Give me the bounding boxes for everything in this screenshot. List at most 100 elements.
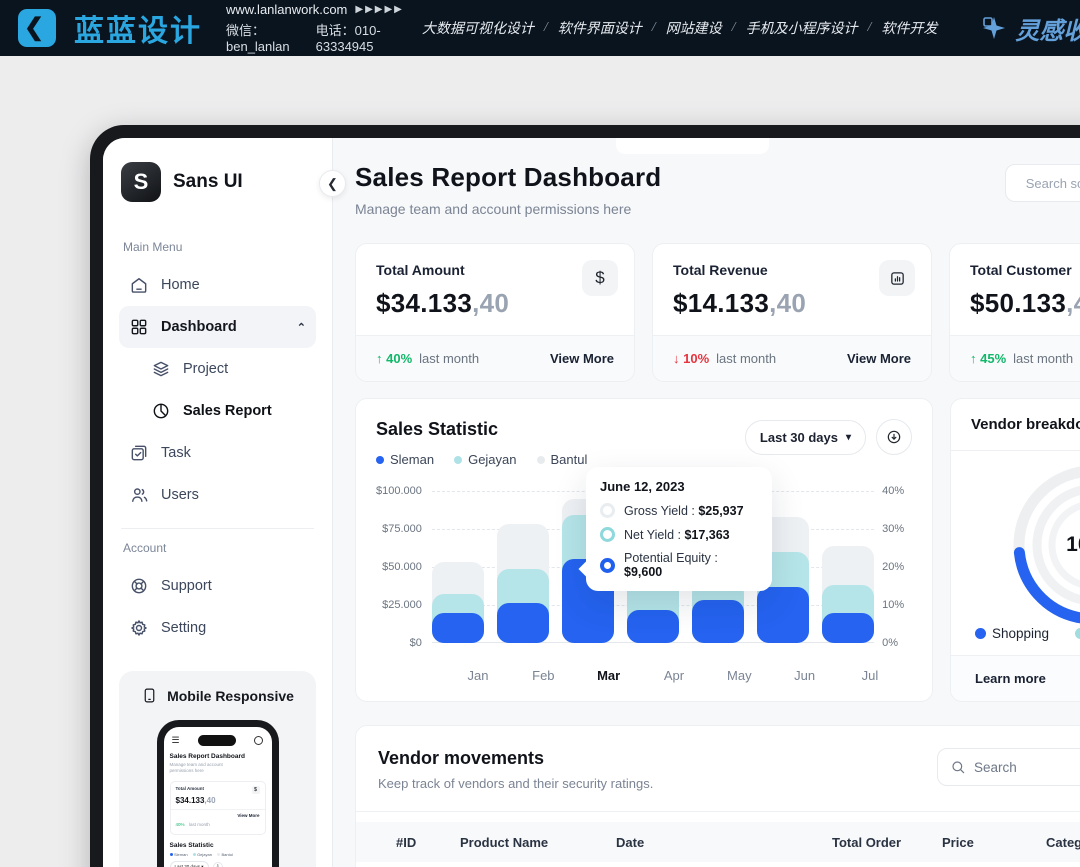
sidebar-item-home[interactable]: Home <box>119 264 316 306</box>
sidebar-item-users[interactable]: Users <box>119 474 316 516</box>
arrows-icon: ▶▶▶▶▶ <box>355 4 403 15</box>
date-range-dropdown[interactable]: Last 30 days ▾ <box>745 420 866 455</box>
tooltip-row: Gross Yield : $25,937 <box>600 503 758 518</box>
support-icon <box>129 576 149 596</box>
banner-phone: 电话：010-63334945 <box>316 20 404 54</box>
sidebar-item-setting[interactable]: Setting <box>119 607 316 649</box>
x-tick-label: Mar <box>583 668 635 683</box>
sidebar-item-project[interactable]: Project <box>119 348 316 390</box>
bar-segment-sleman <box>432 613 484 643</box>
sidebar: S Sans UI Main Menu Home Dashboard ⌃ Pro… <box>103 138 333 867</box>
stat-card: Total Revenue$14.133,40↓ 10%last monthVi… <box>652 243 932 382</box>
tooltip-row: Potential Equity : $9,600 <box>600 551 758 579</box>
trend-up-indicator: ↑ 40% <box>376 351 412 366</box>
stat-value: $14.133,40 <box>673 288 911 319</box>
download-button[interactable] <box>876 419 912 455</box>
trend-note: last month <box>419 351 479 366</box>
legend-item: Gejayan <box>454 452 516 467</box>
bar-segment-sleman <box>822 613 874 643</box>
table-column-header[interactable]: Date <box>616 835 774 850</box>
table-column-header[interactable]: Product Name <box>460 835 616 850</box>
bar-group[interactable] <box>822 491 874 643</box>
gear-icon <box>129 618 149 638</box>
table-column-header[interactable]: Price <box>942 835 1046 850</box>
legend-dot <box>537 456 545 464</box>
banner-nav-item[interactable]: 网站建设 <box>666 18 722 38</box>
y-tick-label: $0 <box>376 636 432 650</box>
bar-segment-sleman <box>692 600 744 643</box>
bar-group[interactable] <box>432 491 484 643</box>
sparkle-icon <box>981 15 1007 41</box>
layers-icon <box>151 359 171 379</box>
table-header-row: #IDProduct NameDateTotal OrderPriceCateg… <box>356 822 1080 862</box>
mobile-responsive-card: Mobile Responsive ☰ Sales Report Dashboa… <box>119 671 316 867</box>
vendor-movements-panel: Vendor movements Keep track of vendors a… <box>355 725 1080 867</box>
main-content: Sales Report Dashboard Manage team and a… <box>333 138 1080 867</box>
dashboard-screen: S Sans UI Main Menu Home Dashboard ⌃ Pro… <box>103 138 1080 867</box>
mini-legend-item: Bantul <box>217 852 233 857</box>
x-tick-label: Jan <box>452 668 504 683</box>
movements-search[interactable] <box>937 748 1080 786</box>
y-tick-label: $25.000 <box>376 598 432 612</box>
dashboard-grid-icon <box>129 317 149 337</box>
stat-card: Total Amount$34.133,40$↑ 40%last monthVi… <box>355 243 635 382</box>
tooltip-ring-icon <box>600 558 615 573</box>
banner-nav-item[interactable]: 软件界面设计 <box>558 18 642 38</box>
bar-group[interactable] <box>497 491 549 643</box>
banner-nav-item[interactable]: 手机及小程序设计 <box>746 18 858 38</box>
tooltip-date: June 12, 2023 <box>600 479 758 494</box>
stat-cards-row: Total Amount$34.133,40$↑ 40%last monthVi… <box>355 243 1080 382</box>
y-tick-label: $100.000 <box>376 484 432 498</box>
section-label-account: Account <box>123 541 312 555</box>
bar-segment-sleman <box>757 587 809 643</box>
y-tick-label: 0% <box>874 636 912 650</box>
y-tick-label: 10% <box>874 598 912 612</box>
y-axis-right: 40%30%20%10%0% <box>874 484 912 650</box>
breakdown-title: Vendor breakdown <box>951 399 1080 451</box>
x-tick-label: Jul <box>844 668 896 683</box>
movements-search-input[interactable] <box>974 760 1080 775</box>
table-column-header[interactable]: Categories <box>1046 835 1080 850</box>
bar-segment-sleman <box>627 610 679 643</box>
table-column-header[interactable]: #ID <box>356 835 460 850</box>
sidebar-item-dashboard[interactable]: Dashboard ⌃ <box>119 306 316 348</box>
view-more-link[interactable]: View More <box>550 351 614 366</box>
sidebar-item-task[interactable]: Task <box>119 432 316 474</box>
legend-item: Sleman <box>376 452 434 467</box>
legend-dot <box>975 628 986 639</box>
vendor-breakdown-panel: Vendor breakdown 100% Shopping Learn mor… <box>950 398 1080 702</box>
mini-range-pill: Last 30 days ▾ <box>170 861 209 867</box>
mini-section-title: Sales Statistic <box>170 842 266 849</box>
learn-more-link[interactable]: Learn more <box>951 655 1080 701</box>
y-tick-label: $50.000 <box>376 560 432 574</box>
nav-separator: / <box>652 20 656 36</box>
banner-website-link[interactable]: www.lanlanwork.com <box>226 2 347 17</box>
banner-nav-item[interactable]: 软件开发 <box>881 18 937 38</box>
inspiration-collect[interactable]: 灵感收集 <box>981 11 1080 46</box>
legend-dot <box>454 456 462 464</box>
table-column-header[interactable]: Total Order <box>774 835 942 850</box>
mini-download-icon: ⇩ <box>213 862 223 867</box>
x-axis-months: JanFebMarAprMayJunJul <box>452 668 896 683</box>
stat-value: $50.133,40 <box>970 288 1080 319</box>
trend-note: last month <box>716 351 776 366</box>
x-tick-label: May <box>713 668 765 683</box>
view-more-link[interactable]: View More <box>847 351 911 366</box>
sidebar-collapse-button[interactable]: ❮ <box>319 170 346 197</box>
dollar-icon: $ <box>252 786 260 794</box>
y-tick-label: 30% <box>874 522 912 536</box>
stat-label: Total Revenue <box>673 262 911 278</box>
search-icon <box>254 736 263 745</box>
sidebar-item-sales-report[interactable]: Sales Report <box>119 390 316 432</box>
mini-legend: SlemanGejayanBantul <box>170 852 266 857</box>
y-tick-label: $75.000 <box>376 522 432 536</box>
sidebar-item-support[interactable]: Support <box>119 565 316 607</box>
search-input[interactable] <box>1026 176 1080 191</box>
nav-separator: / <box>732 20 736 36</box>
lanlan-logo-icon <box>18 9 56 47</box>
tooltip-ring-icon <box>600 527 615 542</box>
divider <box>356 811 1080 812</box>
banner-nav-item[interactable]: 大数据可视化设计 <box>422 18 534 38</box>
chart-tooltip: June 12, 2023 Gross Yield : $25,937Net Y… <box>586 467 772 591</box>
global-search[interactable]: ⌘ + K <box>1005 164 1080 202</box>
